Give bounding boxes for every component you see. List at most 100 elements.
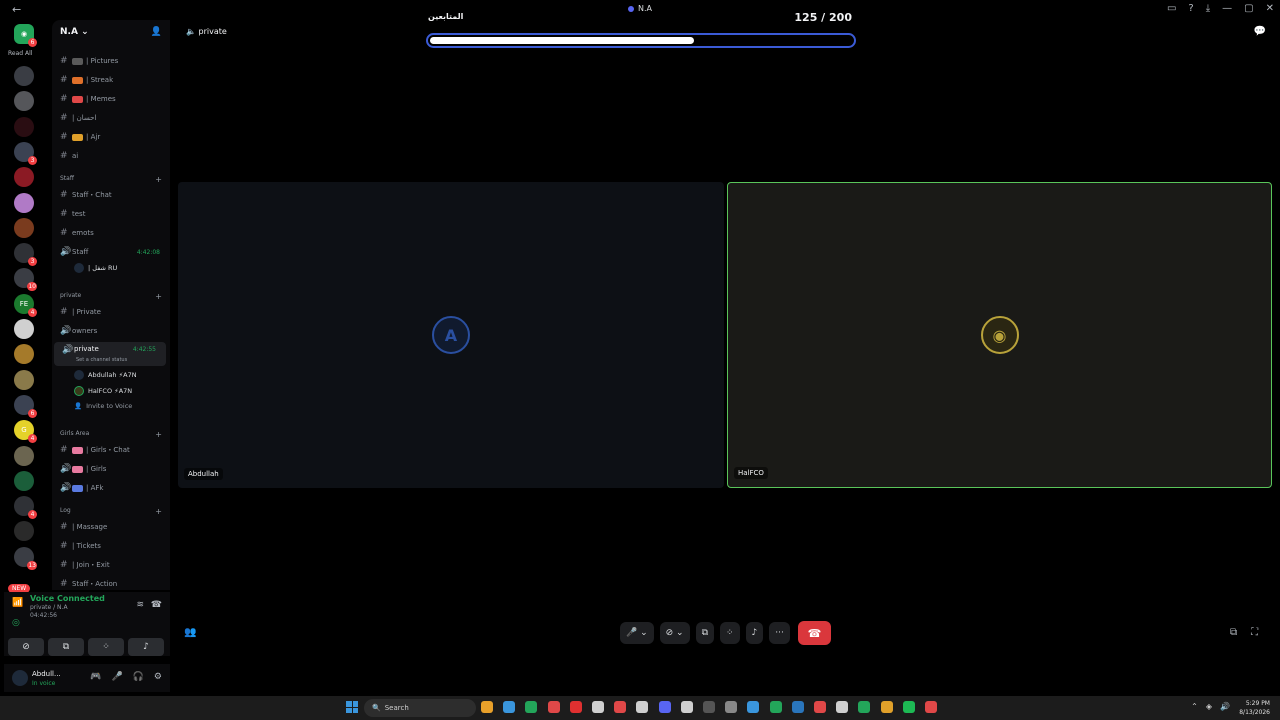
taskbar-search[interactable]: 🔍 Search bbox=[364, 699, 476, 717]
help-icon[interactable]: ? bbox=[1188, 3, 1193, 14]
taskbar-app-icon[interactable] bbox=[481, 701, 493, 713]
clock[interactable]: 5:29 PM 8/13/2026 bbox=[1239, 699, 1270, 717]
add-channel-icon[interactable]: + bbox=[155, 175, 162, 184]
taskbar-app-icon[interactable] bbox=[747, 701, 760, 713]
voice-user[interactable]: Abdullah ⚡A7N bbox=[74, 370, 137, 380]
server-icon[interactable] bbox=[14, 521, 34, 542]
server-icon[interactable] bbox=[14, 445, 34, 466]
maximize-button[interactable]: ▢ bbox=[1244, 3, 1253, 14]
network-icon[interactable]: ◈ bbox=[1206, 702, 1212, 711]
taskbar-app-icon[interactable] bbox=[769, 701, 782, 713]
more-button[interactable]: ··· bbox=[769, 622, 790, 644]
read-all-button[interactable]: Read All bbox=[8, 50, 32, 57]
camera-off-button[interactable]: ⊘ bbox=[8, 638, 44, 656]
disconnect-button[interactable]: ☎ bbox=[798, 621, 831, 645]
server-icon[interactable]: 10 bbox=[14, 268, 37, 292]
taskbar-app-icon[interactable] bbox=[547, 701, 560, 713]
taskbar-app-icon[interactable] bbox=[725, 701, 738, 713]
inbox-icon[interactable]: ▭ bbox=[1167, 3, 1176, 14]
channel-test[interactable]: # test bbox=[52, 206, 170, 222]
add-channel-icon[interactable]: + bbox=[155, 292, 162, 301]
taskbar-app-icon[interactable] bbox=[636, 701, 649, 713]
channel-streak[interactable]: # | Streak bbox=[52, 72, 170, 88]
category-log[interactable]: Log + bbox=[60, 507, 164, 516]
server-icon[interactable] bbox=[14, 369, 34, 390]
gear-icon[interactable]: ⚙ bbox=[154, 672, 162, 682]
channel-ihsan[interactable]: # | احسان bbox=[52, 110, 170, 126]
taskbar-app-icon[interactable] bbox=[614, 701, 627, 713]
add-channel-icon[interactable]: + bbox=[155, 430, 162, 439]
taskbar-app-icon[interactable] bbox=[525, 701, 538, 713]
channel-staff-action[interactable]: # Staff・Action bbox=[52, 576, 170, 590]
server-icon[interactable]: 6 bbox=[14, 394, 37, 418]
soundboard-button[interactable]: ♪ bbox=[128, 638, 164, 656]
video-tile[interactable]: A Abdullah bbox=[178, 182, 724, 488]
taskbar-app-icon[interactable] bbox=[791, 701, 804, 713]
category-staff[interactable]: Staff + bbox=[60, 175, 164, 184]
channel-girls-chat[interactable]: # | Girls・Chat bbox=[52, 442, 170, 458]
taskbar-app-icon[interactable] bbox=[836, 701, 849, 713]
channel-status-hint[interactable]: Set a channel status bbox=[76, 357, 127, 363]
server-icon[interactable] bbox=[14, 167, 34, 188]
chevron-up-icon[interactable]: ⌃ bbox=[1191, 702, 1198, 711]
server-icon[interactable]: ◉ 6 bbox=[14, 24, 37, 47]
channel-staff-chat[interactable]: # Staff・Chat bbox=[52, 187, 170, 203]
chat-icon[interactable]: 💬 bbox=[1254, 26, 1266, 37]
taskbar-app-icon[interactable] bbox=[925, 701, 937, 713]
channel-emots[interactable]: # emots bbox=[52, 225, 170, 241]
volume-icon[interactable]: 🔊 bbox=[1220, 702, 1230, 711]
server-icon[interactable] bbox=[14, 192, 34, 213]
taskbar-app-icon[interactable] bbox=[814, 701, 826, 713]
channel-join-exit[interactable]: # | Join・Exit bbox=[52, 557, 170, 573]
user-name[interactable]: Abdull... bbox=[32, 670, 61, 678]
server-icon[interactable] bbox=[14, 470, 34, 491]
voice-user[interactable]: | شفل RU bbox=[74, 263, 117, 273]
minimize-button[interactable]: — bbox=[1222, 3, 1232, 14]
windows-start-icon[interactable] bbox=[346, 701, 358, 713]
disconnect-icon[interactable]: ☎ bbox=[151, 600, 162, 610]
gamepad-icon[interactable]: 🎮 bbox=[90, 672, 101, 682]
video-tile-speaking[interactable]: ◉ HalFCO bbox=[727, 182, 1272, 488]
signal-icon[interactable]: 📶 bbox=[12, 598, 23, 608]
server-icon[interactable] bbox=[14, 116, 34, 137]
taskbar-app-icon[interactable] bbox=[902, 701, 915, 713]
server-icon[interactable]: 13 bbox=[14, 546, 37, 570]
taskbar-app-icon[interactable] bbox=[569, 701, 582, 713]
taskbar-app-icon[interactable] bbox=[592, 701, 604, 713]
headphones-icon[interactable]: 🎧 bbox=[133, 672, 144, 682]
invite-icon[interactable]: 👤 bbox=[151, 27, 162, 37]
channel-memes[interactable]: # | Memes bbox=[52, 91, 170, 107]
channel-tickets[interactable]: # | Tickets bbox=[52, 538, 170, 554]
channel-private-text[interactable]: # | Private bbox=[52, 304, 170, 320]
taskbar-app-icon[interactable] bbox=[858, 701, 871, 713]
mute-button[interactable]: 🎤 ⌄ bbox=[620, 622, 654, 644]
taskbar-app-icon[interactable] bbox=[503, 701, 516, 713]
voice-channel-owners[interactable]: 🔊 owners bbox=[52, 323, 170, 339]
avatar[interactable] bbox=[12, 670, 28, 686]
server-icon[interactable]: G4 bbox=[14, 420, 37, 444]
popout-icon[interactable]: ⧉ bbox=[1230, 627, 1237, 638]
voice-channel-girls[interactable]: 🔊 | Girls bbox=[52, 461, 170, 477]
voice-channel-staff[interactable]: 🔊 Staff 4:42:08 bbox=[52, 244, 170, 260]
server-icon[interactable] bbox=[14, 66, 34, 86]
close-button[interactable]: ✕ bbox=[1266, 3, 1274, 14]
download-icon[interactable]: ⤓ bbox=[1206, 3, 1210, 14]
server-icon[interactable]: 3 bbox=[14, 243, 37, 267]
voice-connected-channel[interactable]: private / N.A bbox=[30, 604, 68, 611]
server-icon[interactable] bbox=[14, 319, 34, 339]
voice-channel-afk[interactable]: 🔊 | AFk bbox=[52, 480, 170, 496]
taskbar-app-icon[interactable] bbox=[703, 701, 715, 713]
server-icon[interactable]: FE 4 bbox=[14, 293, 37, 317]
server-icon[interactable] bbox=[14, 217, 34, 238]
microphone-icon[interactable]: 🎤 bbox=[111, 672, 122, 682]
noise-suppression-icon[interactable]: ≋ bbox=[136, 600, 144, 610]
voice-user[interactable]: HalFCO ⚡A7N bbox=[74, 386, 132, 396]
activities-button[interactable]: ⁘ bbox=[88, 638, 124, 656]
screen-share-button[interactable]: ⧉ bbox=[695, 622, 714, 644]
server-icon[interactable] bbox=[14, 344, 34, 365]
server-icon[interactable]: 4 bbox=[14, 496, 37, 520]
channel-ai[interactable]: # ai bbox=[52, 148, 170, 164]
taskbar-app-icon[interactable] bbox=[880, 701, 893, 713]
category-private[interactable]: private + bbox=[60, 292, 164, 301]
soundboard-button[interactable]: ♪ bbox=[745, 622, 764, 644]
